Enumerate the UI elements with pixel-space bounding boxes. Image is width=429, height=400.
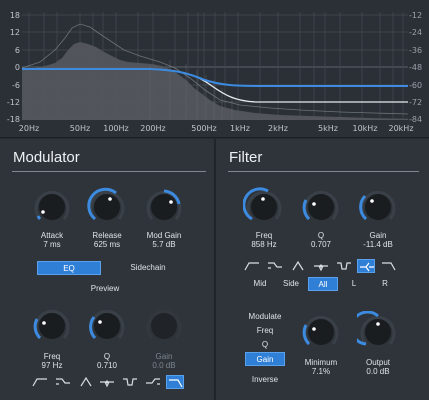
- db-label: 6: [14, 46, 20, 55]
- release-knob[interactable]: [86, 186, 128, 228]
- filter-freq-label: Freq: [255, 231, 273, 240]
- highcut-filter-icon[interactable]: [166, 375, 184, 389]
- highcut-filter-icon[interactable]: [380, 259, 398, 273]
- bell-filter-icon[interactable]: [289, 259, 307, 273]
- modulate-q-button[interactable]: Q: [250, 338, 280, 352]
- mod-gain-eq-label: Gain: [155, 352, 173, 361]
- attack-label: Attack: [40, 231, 64, 240]
- lowshelf-filter-icon[interactable]: [266, 259, 284, 273]
- modulator-title: Modulator: [13, 149, 80, 166]
- spectrum-db-label: -24: [409, 28, 423, 37]
- filter-freq-knob[interactable]: [242, 186, 285, 228]
- db-label: 12: [9, 28, 20, 37]
- output-value: 0.0 dB: [366, 367, 390, 376]
- db-label: -6: [12, 81, 20, 90]
- freq-label: 5kHz: [318, 124, 338, 133]
- modulate-gain-button[interactable]: Gain: [245, 352, 285, 366]
- filter-gain-value: -11.4 dB: [363, 240, 393, 249]
- channel-l-button[interactable]: L: [346, 277, 362, 291]
- db-label: 0: [14, 63, 20, 72]
- filter-q-knob[interactable]: [300, 186, 342, 228]
- inverse-button[interactable]: Inverse: [244, 373, 286, 387]
- lowcut-filter-icon[interactable]: [243, 259, 261, 273]
- channel-side-button[interactable]: Side: [280, 277, 302, 291]
- modulate-freq-button[interactable]: Freq: [250, 324, 280, 338]
- channel-r-button[interactable]: R: [377, 277, 393, 291]
- freq-label: 20Hz: [18, 124, 40, 133]
- mod-q-label: Q: [103, 352, 111, 361]
- freq-label: 100Hz: [103, 124, 129, 133]
- spectrum-db-label: -36: [409, 46, 423, 55]
- spectrum-db-label: -84: [409, 115, 423, 124]
- frequency-response-graph[interactable]: 18 12 6 0 -6 -12 -18 -12 -24 -36 -48 -60…: [0, 0, 429, 138]
- bandstop-filter-icon[interactable]: [121, 375, 139, 389]
- mod-freq-knob[interactable]: [31, 305, 73, 347]
- attack-value: 7 ms: [43, 240, 61, 249]
- mod-gain-knob[interactable]: [143, 186, 185, 228]
- highshelf-filter-icon[interactable]: [357, 259, 375, 273]
- mod-gain-value: 5.7 dB: [152, 240, 176, 249]
- freq-label: 1kHz: [230, 124, 250, 133]
- filter-q-label: Q: [317, 231, 325, 240]
- modulate-title: Modulate: [248, 312, 282, 321]
- minimum-label: Minimum: [304, 358, 338, 367]
- mod-gain-eq-knob-disabled[interactable]: [143, 305, 185, 347]
- spectrum-db-label: -12: [409, 11, 423, 20]
- mod-freq-value: 97 Hz: [41, 361, 63, 370]
- eq-mode-button[interactable]: EQ: [37, 261, 101, 275]
- minimum-knob[interactable]: [300, 311, 342, 353]
- bell-filter-icon[interactable]: [77, 375, 95, 389]
- attack-knob[interactable]: [31, 186, 73, 228]
- freq-label: 200Hz: [140, 124, 166, 133]
- freq-label: 20kHz: [388, 124, 414, 133]
- mod-gain-label: Mod Gain: [146, 231, 182, 240]
- spectrum-display: [21, 12, 409, 120]
- mod-freq-label: Freq: [43, 352, 61, 361]
- spectrum-db-label: -48: [409, 63, 423, 72]
- filter-title-underline: [228, 171, 419, 172]
- preview-button[interactable]: Preview: [80, 284, 130, 293]
- sidechain-mode-button[interactable]: Sidechain: [115, 261, 181, 275]
- bandstop-filter-icon[interactable]: [335, 259, 353, 273]
- output-knob[interactable]: [350, 310, 399, 353]
- notch-filter-icon[interactable]: [98, 375, 116, 389]
- freq-label: 10kHz: [352, 124, 378, 133]
- freq-label: 2kHz: [268, 124, 288, 133]
- spectrum-db-label: -60: [409, 81, 423, 90]
- channel-all-button[interactable]: All: [308, 277, 338, 291]
- freq-label: 500Hz: [191, 124, 217, 133]
- db-label: -18: [6, 115, 20, 124]
- release-value: 625 ms: [93, 240, 121, 249]
- spectrum-db-label: -72: [409, 98, 423, 107]
- output-label: Output: [365, 358, 390, 367]
- mod-gain-eq-value: 0.0 dB: [152, 361, 176, 370]
- lowcut-filter-icon[interactable]: [31, 375, 49, 389]
- minimum-value: 7.1%: [311, 367, 331, 376]
- notch-filter-icon[interactable]: [312, 259, 330, 273]
- db-label: 18: [9, 11, 20, 20]
- lowshelf-filter-icon[interactable]: [54, 375, 72, 389]
- mod-q-value: 0.710: [96, 361, 118, 370]
- filter-q-value: 0.707: [310, 240, 332, 249]
- filter-gain-label: Gain: [369, 231, 387, 240]
- freq-label: 50Hz: [69, 124, 91, 133]
- highshelf-filter-icon[interactable]: [144, 375, 162, 389]
- release-label: Release: [92, 231, 122, 240]
- mod-q-knob[interactable]: [86, 305, 128, 347]
- filter-freq-value: 858 Hz: [251, 240, 277, 249]
- modulator-title-underline: [12, 171, 206, 172]
- db-label: -12: [6, 98, 20, 107]
- channel-mid-button[interactable]: Mid: [250, 277, 270, 291]
- filter-gain-knob[interactable]: [357, 186, 399, 228]
- filter-title: Filter: [229, 149, 263, 166]
